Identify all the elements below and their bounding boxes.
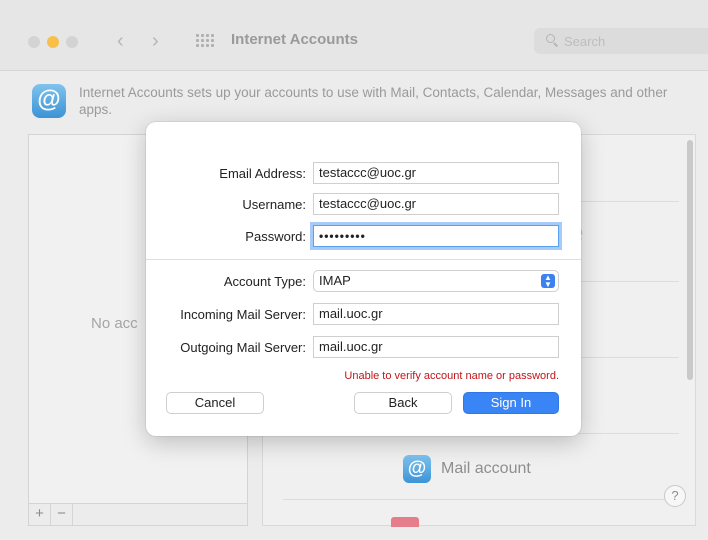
search-input[interactable] (564, 32, 694, 50)
email-label: Email Address: (219, 166, 306, 181)
toolbar-divider (0, 70, 708, 71)
scroll-thumb[interactable] (687, 140, 693, 380)
email-field[interactable]: testaccc@uoc.gr (313, 162, 559, 184)
close-window-button[interactable] (28, 36, 40, 48)
sheet-divider (146, 259, 581, 260)
password-label: Password: (245, 229, 306, 244)
mail-account-label: Mail account (441, 460, 531, 477)
window-title: Internet Accounts (231, 31, 358, 48)
search-icon (546, 34, 559, 47)
account-type-value: IMAP (319, 273, 351, 288)
account-type-select[interactable]: IMAP ▲ ▼ (313, 270, 559, 292)
add-account-button[interactable]: + (29, 504, 51, 525)
outgoing-server-label: Outgoing Mail Server: (180, 340, 306, 355)
outgoing-server-field[interactable]: mail.uoc.gr (313, 336, 559, 358)
search-field[interactable] (534, 28, 708, 54)
password-field[interactable]: ••••••••• (313, 225, 559, 247)
panel-scrollbar[interactable] (684, 138, 696, 383)
no-accounts-text: No acc (91, 315, 138, 332)
show-all-grid-icon[interactable] (196, 34, 214, 48)
password-row: Password: ••••••••• (146, 225, 581, 249)
account-list-toolbar: + − (29, 503, 247, 525)
forward-chevron-icon[interactable]: › (152, 28, 159, 54)
account-type-row: Account Type: IMAP ▲ ▼ (146, 270, 581, 294)
preferences-window: ‹ › Internet Accounts @ Internet Account… (0, 0, 708, 540)
username-label: Username: (242, 197, 306, 212)
add-mail-account-sheet: Email Address: testaccc@uoc.gr Username:… (146, 122, 581, 436)
internet-accounts-at-icon: @ (32, 84, 66, 118)
incoming-server-row: Incoming Mail Server: mail.uoc.gr (146, 303, 581, 327)
minimize-window-button[interactable] (47, 36, 59, 48)
help-button[interactable]: ? (664, 485, 686, 507)
email-row: Email Address: testaccc@uoc.gr (146, 162, 581, 186)
back-button[interactable]: Back (354, 392, 452, 414)
sign-in-button[interactable]: Sign In (463, 392, 559, 414)
verification-error-message: Unable to verify account name or passwor… (344, 370, 559, 382)
title-bar: ‹ › Internet Accounts (0, 0, 708, 70)
intro-description: Internet Accounts sets up your accounts … (79, 85, 668, 117)
cancel-button[interactable]: Cancel (166, 392, 264, 414)
incoming-server-label: Incoming Mail Server: (180, 307, 306, 322)
username-field[interactable]: testaccc@uoc.gr (313, 193, 559, 215)
incoming-server-field[interactable]: mail.uoc.gr (313, 303, 559, 325)
mail-at-icon: @ (403, 455, 431, 483)
up-down-chevron-icon: ▲ ▼ (541, 274, 555, 289)
remove-account-button[interactable]: − (51, 504, 73, 525)
username-row: Username: testaccc@uoc.gr (146, 193, 581, 217)
outgoing-server-row: Outgoing Mail Server: mail.uoc.gr (146, 336, 581, 360)
back-chevron-icon[interactable]: ‹ (117, 28, 124, 54)
zoom-window-button[interactable] (66, 36, 78, 48)
panel-divider (283, 499, 679, 500)
provider-logo-partial (391, 517, 419, 527)
account-type-label: Account Type: (223, 274, 306, 289)
